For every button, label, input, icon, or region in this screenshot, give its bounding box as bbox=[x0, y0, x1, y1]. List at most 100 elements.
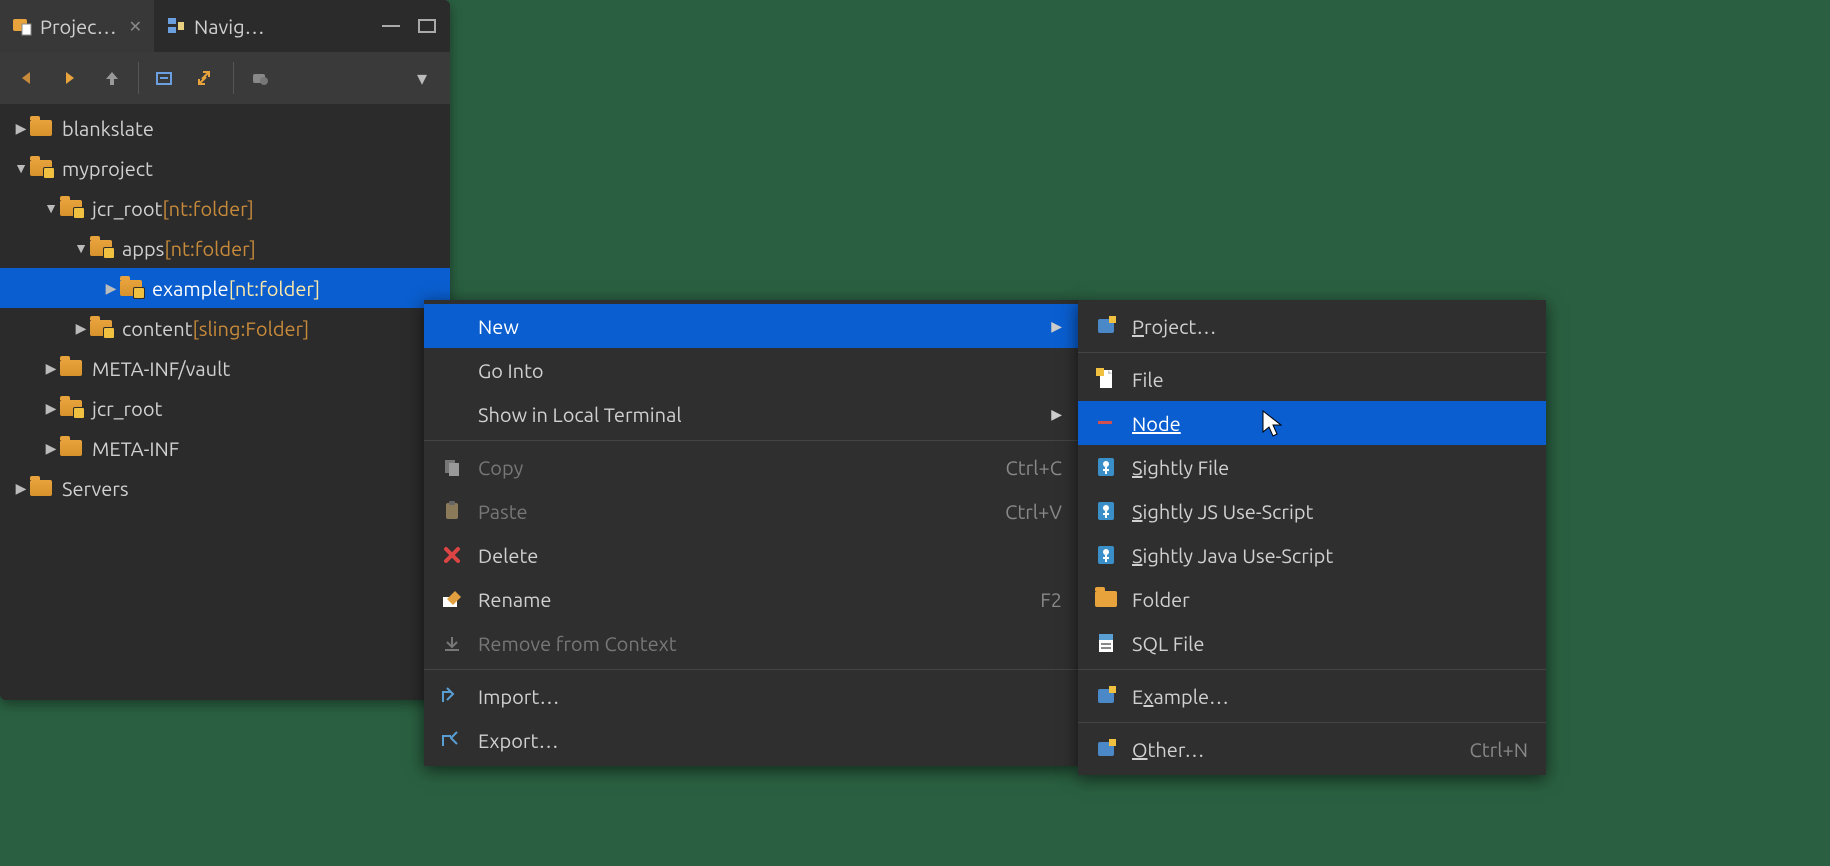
folder-icon bbox=[60, 397, 86, 419]
menu-item-show-terminal[interactable]: Show in Local Terminal ▶ bbox=[424, 392, 1080, 436]
collapse-arrow-icon[interactable]: ▼ bbox=[42, 200, 60, 216]
menu-item-new-node[interactable]: Node bbox=[1078, 401, 1546, 445]
tree-node-myproject[interactable]: ▼ myproject bbox=[0, 148, 450, 188]
menu-item-go-into[interactable]: Go Into bbox=[424, 348, 1080, 392]
menu-item-new-other[interactable]: Other… Ctrl+N bbox=[1078, 727, 1546, 771]
sightly-icon bbox=[1094, 543, 1118, 567]
tree-node-meta-inf-vault[interactable]: ▶ META-INF/vault bbox=[0, 348, 450, 388]
project-explorer-panel: Projec… ✕ Navig… ▾ ▶ blankslate bbox=[0, 0, 450, 700]
collapse-all-button[interactable] bbox=[145, 58, 185, 98]
folder-icon bbox=[30, 477, 56, 499]
menu-label: Copy bbox=[478, 456, 962, 479]
tree-node-jcr-root[interactable]: ▼ jcr_root [nt:folder] bbox=[0, 188, 450, 228]
menu-item-new[interactable]: New ▶ bbox=[424, 304, 1080, 348]
expand-arrow-icon[interactable]: ▶ bbox=[12, 120, 30, 137]
menu-label: Project… bbox=[1132, 315, 1528, 338]
tab-label: Projec… bbox=[40, 15, 117, 38]
menu-label: Example… bbox=[1132, 685, 1528, 708]
collapse-arrow-icon[interactable]: ▼ bbox=[12, 160, 30, 176]
rename-icon bbox=[440, 587, 464, 611]
menu-item-delete[interactable]: Delete bbox=[424, 533, 1080, 577]
menu-label: Export… bbox=[478, 729, 1062, 752]
menu-item-new-sightly-js[interactable]: Sightly JS Use-Script bbox=[1078, 489, 1546, 533]
expand-arrow-icon[interactable]: ▶ bbox=[102, 280, 120, 297]
tab-navigator[interactable]: Navig… bbox=[154, 0, 277, 52]
menu-label: Other… bbox=[1132, 738, 1426, 761]
menu-item-new-sightly-java[interactable]: Sightly Java Use-Script bbox=[1078, 533, 1546, 577]
menu-label: File bbox=[1132, 368, 1528, 391]
node-type: [nt:folder] bbox=[164, 237, 255, 260]
tree-node-jcr-root-2[interactable]: ▶ jcr_root bbox=[0, 388, 450, 428]
collapse-arrow-icon[interactable]: ▼ bbox=[72, 240, 90, 256]
other-icon bbox=[1094, 737, 1118, 761]
menu-item-paste[interactable]: Paste Ctrl+V bbox=[424, 489, 1080, 533]
node-icon bbox=[1094, 411, 1118, 435]
menu-label: Show in Local Terminal bbox=[478, 403, 1037, 426]
back-button[interactable] bbox=[8, 58, 48, 98]
menu-item-rename[interactable]: Rename F2 bbox=[424, 577, 1080, 621]
node-type: [sling:Folder] bbox=[193, 317, 310, 340]
file-icon bbox=[1094, 367, 1118, 391]
tree-node-example[interactable]: ▶ example [nt:folder] bbox=[0, 268, 450, 308]
expand-arrow-icon[interactable]: ▶ bbox=[12, 480, 30, 497]
tree-node-meta-inf[interactable]: ▶ META-INF bbox=[0, 428, 450, 468]
sightly-icon bbox=[1094, 499, 1118, 523]
menu-separator bbox=[424, 440, 1080, 441]
menu-item-new-folder[interactable]: Folder bbox=[1078, 577, 1546, 621]
menu-item-new-sightly-file[interactable]: Sightly File bbox=[1078, 445, 1546, 489]
node-label: jcr_root bbox=[92, 197, 162, 220]
tree-node-apps[interactable]: ▼ apps [nt:folder] bbox=[0, 228, 450, 268]
paste-icon bbox=[440, 499, 464, 523]
menu-item-export[interactable]: Export… bbox=[424, 718, 1080, 762]
new-submenu: Project… File Node Sightly File Sightly … bbox=[1078, 300, 1546, 775]
menu-label: Sightly File bbox=[1132, 456, 1528, 479]
maximize-icon[interactable] bbox=[418, 19, 436, 33]
node-label: myproject bbox=[62, 157, 153, 180]
tree-node-blankslate[interactable]: ▶ blankslate bbox=[0, 108, 450, 148]
menu-accelerator: F2 bbox=[1010, 588, 1062, 611]
view-menu-button[interactable]: ▾ bbox=[402, 58, 442, 98]
expand-arrow-icon[interactable]: ▶ bbox=[72, 320, 90, 337]
menu-label: Import… bbox=[478, 685, 1062, 708]
node-label: content bbox=[122, 317, 193, 340]
export-icon bbox=[440, 728, 464, 752]
expand-arrow-icon[interactable]: ▶ bbox=[42, 440, 60, 457]
folder-icon bbox=[30, 157, 56, 179]
menu-item-copy[interactable]: Copy Ctrl+C bbox=[424, 445, 1080, 489]
minimize-icon[interactable] bbox=[382, 19, 400, 33]
sightly-icon bbox=[1094, 455, 1118, 479]
menu-separator bbox=[1078, 722, 1546, 723]
remove-context-icon bbox=[440, 631, 464, 655]
forward-button[interactable] bbox=[50, 58, 90, 98]
menu-item-new-project[interactable]: Project… bbox=[1078, 304, 1546, 348]
tree-node-servers[interactable]: ▶ Servers bbox=[0, 468, 450, 508]
view-tabs: Projec… ✕ Navig… bbox=[0, 0, 450, 52]
tree-node-content[interactable]: ▶ content [sling:Folder] bbox=[0, 308, 450, 348]
filter-button[interactable] bbox=[240, 58, 280, 98]
blank-icon bbox=[440, 358, 464, 382]
folder-icon bbox=[120, 277, 146, 299]
node-label: Servers bbox=[62, 477, 129, 500]
folder-icon bbox=[60, 437, 86, 459]
menu-item-new-sql-file[interactable]: SQL File bbox=[1078, 621, 1546, 665]
menu-item-new-example[interactable]: Example… bbox=[1078, 674, 1546, 718]
project-tree: ▶ blankslate ▼ myproject ▼ jcr_root [nt:… bbox=[0, 104, 450, 700]
delete-icon bbox=[440, 543, 464, 567]
blank-icon bbox=[440, 402, 464, 426]
up-button[interactable] bbox=[92, 58, 132, 98]
link-editor-button[interactable] bbox=[187, 58, 227, 98]
node-label: META-INF bbox=[92, 437, 179, 460]
menu-separator bbox=[1078, 669, 1546, 670]
node-label: blankslate bbox=[62, 117, 154, 140]
menu-item-new-file[interactable]: File bbox=[1078, 357, 1546, 401]
menu-item-import[interactable]: Import… bbox=[424, 674, 1080, 718]
copy-icon bbox=[440, 455, 464, 479]
menu-item-remove-context[interactable]: Remove from Context bbox=[424, 621, 1080, 665]
close-icon[interactable]: ✕ bbox=[125, 17, 142, 36]
menu-label: Delete bbox=[478, 544, 1062, 567]
expand-arrow-icon[interactable]: ▶ bbox=[42, 400, 60, 417]
expand-arrow-icon[interactable]: ▶ bbox=[42, 360, 60, 377]
menu-separator bbox=[1078, 352, 1546, 353]
menu-label: Folder bbox=[1132, 588, 1528, 611]
tab-project-explorer[interactable]: Projec… ✕ bbox=[0, 0, 154, 52]
